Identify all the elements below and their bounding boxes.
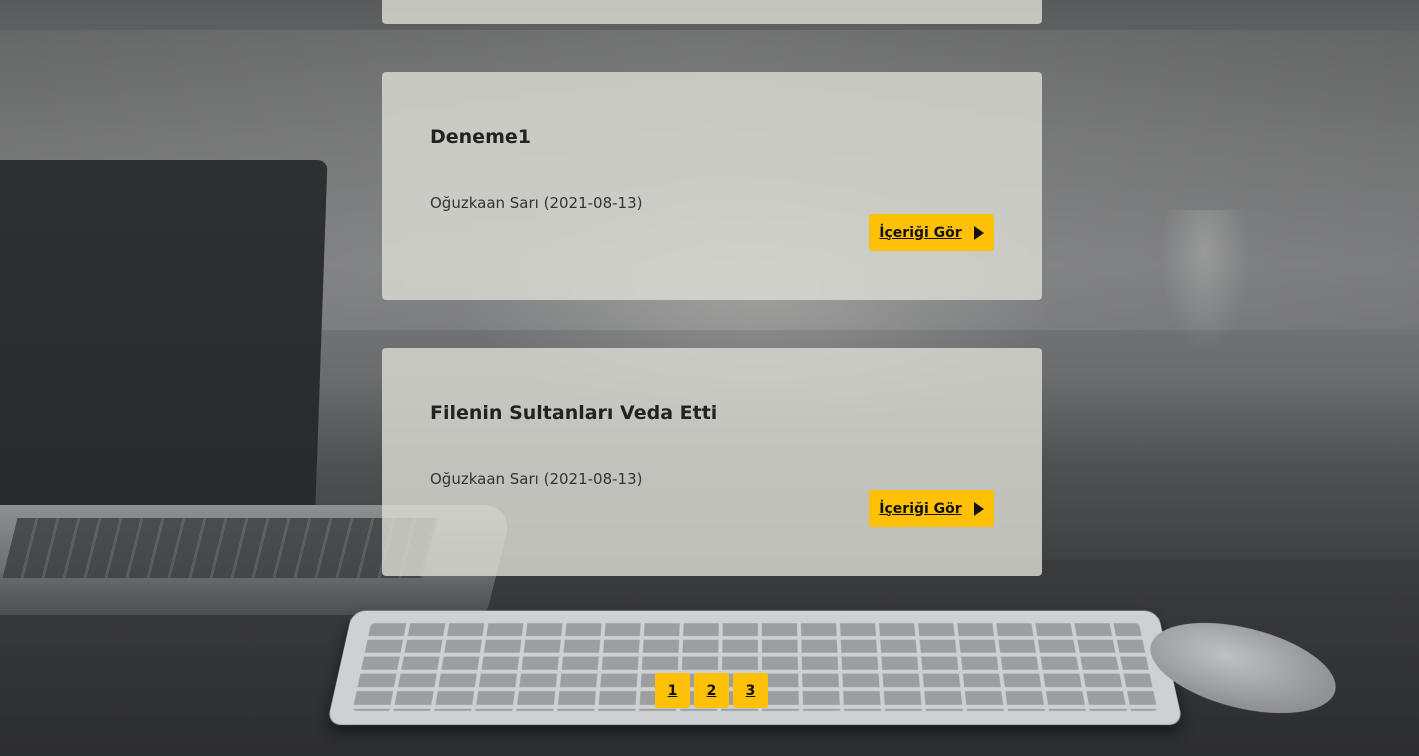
post-card: Filenin Sultanları Veda Etti Oğuzkaan Sa… — [382, 348, 1042, 576]
post-author-date: Oğuzkaan Sarı (2021-08-13) — [430, 194, 643, 212]
view-content-label: İçeriği Gör — [879, 500, 962, 517]
pagination: 1 2 3 — [655, 673, 768, 708]
view-content-button[interactable]: İçeriği Gör — [869, 490, 994, 527]
post-title: Deneme1 — [430, 126, 531, 148]
page-link-3[interactable]: 3 — [733, 673, 768, 708]
post-card: Deneme1 Oğuzkaan Sarı (2021-08-13) İçeri… — [382, 72, 1042, 300]
background-laptop-keys — [2, 518, 438, 578]
background-lamp — [1160, 210, 1250, 350]
post-author-date: Oğuzkaan Sarı (2021-08-13) — [430, 470, 643, 488]
page-link-2[interactable]: 2 — [694, 673, 729, 708]
view-content-button[interactable]: İçeriği Gör — [869, 214, 994, 251]
play-triangle-icon — [973, 501, 984, 516]
page-link-1[interactable]: 1 — [655, 673, 690, 708]
play-triangle-icon — [973, 225, 984, 240]
post-card-previous — [382, 0, 1042, 24]
view-content-label: İçeriği Gör — [879, 224, 962, 241]
post-title: Filenin Sultanları Veda Etti — [430, 402, 718, 424]
